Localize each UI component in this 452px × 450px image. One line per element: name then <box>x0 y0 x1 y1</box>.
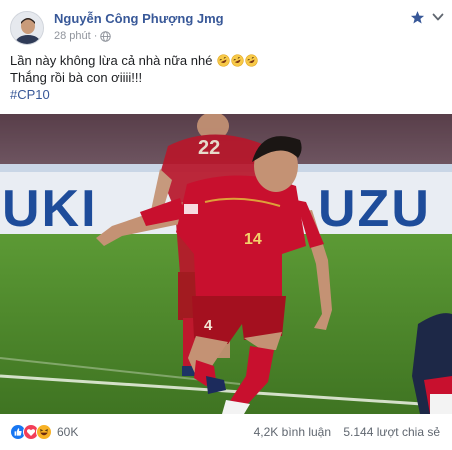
reaction-summary[interactable]: 60K <box>10 424 78 440</box>
author-avatar[interactable] <box>10 11 44 45</box>
post-text: Lần này không lừa cả nhà nữa nhé Thắng r… <box>10 52 258 103</box>
hashtag-link[interactable]: #CP10 <box>10 86 258 103</box>
ad-board-right: UZU <box>318 180 431 238</box>
edge-player <box>412 313 452 414</box>
post-photo[interactable]: UKI UZU 22 14 4 <box>0 114 452 414</box>
post-line-1: Lần này không lừa cả nhà nữa nhé <box>10 52 258 69</box>
background-player-number: 22 <box>198 137 220 159</box>
post-line-2: Thắng rồi bà con ơiiii!!! <box>10 70 143 85</box>
rofl-emoji <box>231 54 244 67</box>
star-icon[interactable] <box>410 10 425 25</box>
rofl-emoji <box>245 54 258 67</box>
facebook-post: Nguyễn Công Phượng Jmg 28 phút · Lần này… <box>0 0 452 450</box>
svg-text:4: 4 <box>204 317 213 334</box>
share-count[interactable]: 5.144 lượt chia sẻ <box>343 425 440 439</box>
globe-icon[interactable] <box>100 30 112 42</box>
ad-board-left: UKI <box>2 180 98 238</box>
post-time[interactable]: 28 phút <box>54 30 91 42</box>
post-meta: 28 phút · <box>54 30 112 42</box>
reaction-count[interactable]: 60K <box>57 425 78 439</box>
chevron-down-icon[interactable] <box>432 12 444 22</box>
player-number: 14 <box>244 231 262 248</box>
rofl-emoji <box>217 54 230 67</box>
engagement-stats: 4,2K bình luận 5.144 lượt chia sẻ <box>254 425 440 439</box>
author-name[interactable]: Nguyễn Công Phượng Jmg <box>54 11 224 26</box>
comment-count[interactable]: 4,2K bình luận <box>254 425 331 439</box>
haha-reaction-icon <box>36 424 52 440</box>
